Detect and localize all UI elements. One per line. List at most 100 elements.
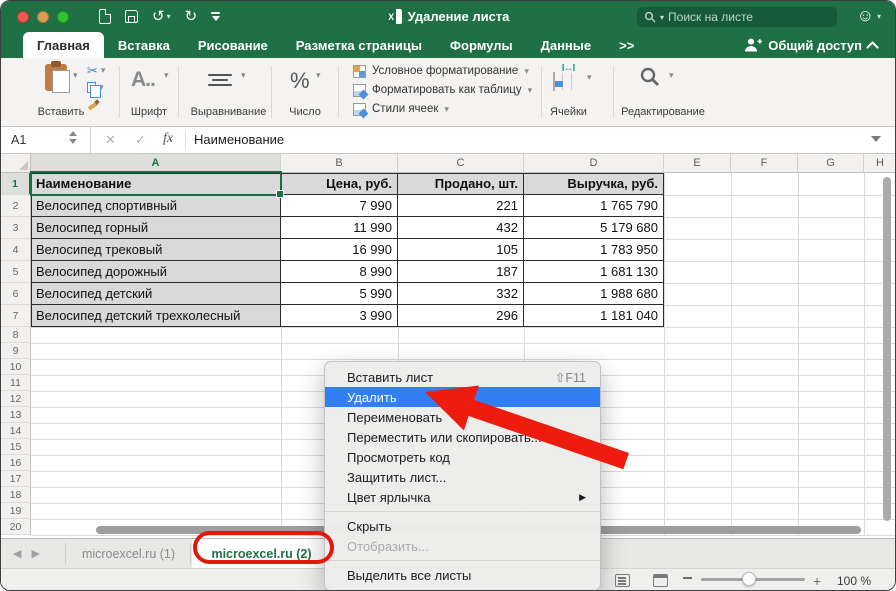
menu-item-2[interactable]: Удалить (325, 387, 600, 407)
column-header-G[interactable]: G (798, 154, 864, 173)
cell-D4[interactable]: 1 783 950 (524, 239, 664, 261)
ribbon-tab-5[interactable]: Формулы (436, 32, 527, 58)
row-header-2[interactable]: 2 (1, 195, 31, 217)
menu-item-9[interactable]: Скрыть (325, 516, 600, 536)
menu-item-7[interactable]: Цвет ярлычка▶ (325, 487, 600, 507)
cell-B1[interactable]: Цена, руб. (281, 173, 398, 195)
row-header-13[interactable]: 13 (1, 407, 31, 423)
cell-A1[interactable]: Наименование (31, 173, 281, 195)
cell-A3[interactable]: Велосипед горный (31, 217, 281, 239)
column-header-B[interactable]: B (281, 154, 398, 173)
redo-button[interactable]: ↻ (185, 9, 198, 24)
cell-B4[interactable]: 16 990 (281, 239, 398, 261)
close-button[interactable] (17, 11, 29, 23)
menu-item-5[interactable]: Просмотреть код (325, 447, 600, 467)
cell-styles-button[interactable]: Стили ячеек▾ (353, 102, 532, 116)
cell-C4[interactable]: 105 (398, 239, 524, 261)
column-header-F[interactable]: F (731, 154, 798, 173)
vertical-scrollbar[interactable] (883, 177, 891, 521)
column-header-E[interactable]: E (664, 154, 731, 173)
row-header-17[interactable]: 17 (1, 471, 31, 487)
cell-B5[interactable]: 8 990 (281, 261, 398, 283)
column-header-A[interactable]: A (31, 154, 281, 173)
cell-D6[interactable]: 1 988 680 (524, 283, 664, 305)
expand-formula-bar-icon[interactable] (871, 136, 881, 142)
cell-C2[interactable]: 221 (398, 195, 524, 217)
row-header-19[interactable]: 19 (1, 503, 31, 519)
ribbon-tab-6[interactable]: Данные (527, 32, 606, 58)
sheet-tab-1[interactable]: microexcel.ru (1) (67, 539, 190, 568)
search-field[interactable]: ▾ Поиск на листе (637, 7, 837, 27)
page-layout-view-icon[interactable] (653, 574, 668, 587)
search-scope-dropdown-icon[interactable]: ▾ (660, 13, 664, 22)
ribbon-tab-2[interactable]: Вставка (104, 32, 184, 58)
cancel-icon[interactable]: ✕ (105, 132, 116, 148)
feedback-button[interactable]: ☺ ▾ (857, 6, 881, 26)
format-as-table-button[interactable]: Форматировать как таблицу▾ (353, 83, 532, 97)
row-header-5[interactable]: 5 (1, 261, 31, 283)
new-document-button[interactable] (99, 9, 111, 24)
normal-view-icon[interactable] (615, 574, 630, 587)
cell-C7[interactable]: 296 (398, 305, 524, 327)
row-header-3[interactable]: 3 (1, 217, 31, 239)
format-painter-button[interactable] (87, 97, 105, 111)
minimize-button[interactable] (37, 11, 49, 23)
cell-D5[interactable]: 1 681 130 (524, 261, 664, 283)
menu-item-1[interactable]: Вставить лист⇧F11 (325, 367, 600, 387)
row-header-11[interactable]: 11 (1, 375, 31, 391)
cell-A6[interactable]: Велосипед детский (31, 283, 281, 305)
row-header-20[interactable]: 20 (1, 519, 31, 535)
row-header-12[interactable]: 12 (1, 391, 31, 407)
cut-button[interactable]: ✂▾ (87, 63, 105, 77)
zoom-slider-knob[interactable] (742, 572, 756, 586)
cell-B3[interactable]: 11 990 (281, 217, 398, 239)
conditional-formatting-button[interactable]: Условное форматирование▾ (353, 64, 532, 78)
cell-B2[interactable]: 7 990 (281, 195, 398, 217)
save-button[interactable] (125, 10, 138, 23)
row-header-18[interactable]: 18 (1, 487, 31, 503)
menu-item-12[interactable]: Выделить все листы (325, 565, 600, 585)
menu-item-6[interactable]: Защитить лист... (325, 467, 600, 487)
formula-input[interactable]: Наименование (194, 132, 284, 147)
column-header-H[interactable]: H (864, 154, 896, 173)
zoom-level[interactable]: 100 % (837, 574, 871, 588)
cell-C1[interactable]: Продано, шт. (398, 173, 524, 195)
row-header-15[interactable]: 15 (1, 439, 31, 455)
menu-item-4[interactable]: Переместить или скопировать... (325, 427, 600, 447)
row-header-1[interactable]: 1 (1, 173, 31, 195)
ribbon-tab-3[interactable]: Рисование (184, 32, 282, 58)
row-header-4[interactable]: 4 (1, 239, 31, 261)
cell-D2[interactable]: 1 765 790 (524, 195, 664, 217)
ribbon-tab-7[interactable]: >> (605, 32, 648, 58)
enter-icon[interactable]: ✓ (135, 132, 146, 148)
row-header-6[interactable]: 6 (1, 283, 31, 305)
cell-C5[interactable]: 187 (398, 261, 524, 283)
sheet-tab-2[interactable]: microexcel.ru (2) (192, 539, 331, 568)
share-button[interactable]: Общий доступ (744, 32, 877, 58)
cell-D3[interactable]: 5 179 680 (524, 217, 664, 239)
cell-D7[interactable]: 1 181 040 (524, 305, 664, 327)
ribbon-tab-4[interactable]: Разметка страницы (282, 32, 436, 58)
cell-C3[interactable]: 432 (398, 217, 524, 239)
row-header-9[interactable]: 9 (1, 343, 31, 359)
copy-button[interactable]: ▾ (87, 80, 105, 94)
toolbar-options-button[interactable] (211, 12, 220, 21)
name-box[interactable]: A1 (1, 127, 91, 153)
collapse-ribbon-icon[interactable] (866, 41, 879, 54)
undo-button[interactable]: ↺▾ (152, 9, 171, 24)
name-box-stepper[interactable] (69, 131, 77, 144)
cell-A4[interactable]: Велосипед трековый (31, 239, 281, 261)
cell-C6[interactable]: 332 (398, 283, 524, 305)
column-header-D[interactable]: D (524, 154, 664, 173)
next-sheet-icon[interactable]: ▶ (31, 548, 49, 560)
menu-item-3[interactable]: Переименовать (325, 407, 600, 427)
row-header-8[interactable]: 8 (1, 327, 31, 343)
ribbon-tab-1[interactable]: Главная (23, 32, 104, 58)
row-header-16[interactable]: 16 (1, 455, 31, 471)
undo-dropdown-icon[interactable]: ▾ (167, 13, 171, 21)
cell-B7[interactable]: 3 990 (281, 305, 398, 327)
row-header-14[interactable]: 14 (1, 423, 31, 439)
cell-D1[interactable]: Выручка, руб. (524, 173, 664, 195)
zoom-out-icon[interactable] (683, 577, 692, 579)
row-header-10[interactable]: 10 (1, 359, 31, 375)
